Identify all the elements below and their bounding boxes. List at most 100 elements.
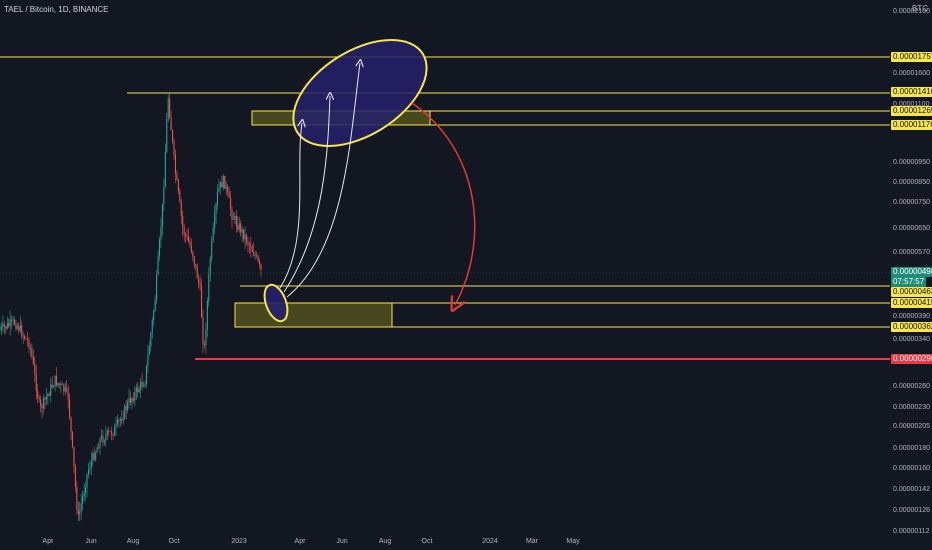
candle-body (51, 384, 53, 388)
candle-body (71, 431, 74, 447)
candle-body (109, 431, 111, 433)
candle-body (61, 383, 63, 385)
candle-body (18, 326, 20, 331)
candle-body (76, 486, 78, 511)
price-level-label: 0.00001410 (891, 87, 932, 97)
y-tick-label: 0.00000570 (893, 249, 930, 256)
price-chart[interactable]: 0.000021000.000016000.000011000.00000950… (0, 0, 932, 550)
candle-body (189, 241, 191, 246)
candle-body (243, 229, 245, 240)
candle-body (173, 140, 175, 155)
x-tick-label: Oct (169, 538, 180, 545)
candle-body (70, 417, 72, 432)
y-tick-label: 0.00000850 (893, 179, 930, 186)
y-tick-label: 0.00000205 (893, 423, 930, 430)
price-level-label: 0.00000415 (891, 298, 932, 308)
candle-body (86, 474, 88, 488)
candle-body (199, 283, 201, 287)
candle-body (83, 492, 85, 496)
candle-body (216, 191, 219, 205)
candle-body (111, 431, 113, 435)
y-tick-label: 0.00000126 (893, 507, 930, 514)
candle-body (66, 387, 68, 389)
candle-body (93, 453, 95, 460)
x-tick-label: 2023 (231, 538, 247, 545)
y-tick-label: 0.00000390 (893, 313, 930, 320)
candle-body (58, 383, 60, 386)
candle-body (143, 385, 145, 387)
candle-body (203, 343, 205, 345)
candle-body (161, 203, 163, 228)
candle-body (244, 234, 246, 240)
x-tick-label: 2024 (482, 538, 498, 545)
candle-body (169, 98, 171, 118)
candle-body (60, 383, 62, 386)
candle-body (250, 245, 252, 251)
candle-body (222, 175, 224, 188)
candle-body (16, 326, 18, 329)
candle-body (128, 398, 130, 403)
candle-body (45, 396, 47, 400)
candle-body (63, 384, 65, 392)
candle-body (2, 323, 4, 327)
candle-body (137, 387, 139, 393)
candle-body (148, 346, 150, 356)
candle-body (74, 467, 76, 487)
candle-body (251, 250, 253, 253)
candle-body (37, 390, 39, 398)
candle-body (48, 393, 50, 396)
candle-body (6, 323, 8, 329)
candle-body (35, 373, 37, 391)
candle-body (116, 420, 118, 424)
candle-body (145, 365, 147, 385)
candle-body (77, 510, 79, 515)
candle-body (8, 323, 10, 327)
candle-body (54, 375, 56, 387)
candles (0, 92, 262, 522)
candle-body (227, 186, 229, 192)
candle-body (241, 229, 243, 233)
support-zone[interactable] (234, 302, 393, 328)
x-tick-label: Apr (43, 538, 55, 545)
candle-body (114, 427, 116, 436)
candle-body (206, 301, 208, 330)
reversal-arrow[interactable] (411, 102, 476, 305)
candle-body (157, 256, 159, 275)
candle-body (0, 326, 3, 330)
price-level-label: 0.00001176 (891, 120, 932, 130)
price-level-label: 0.00000362 (891, 322, 932, 332)
x-tick-label: May (566, 538, 580, 545)
candle-body (57, 383, 59, 386)
candle-body (225, 186, 227, 189)
candle-body (3, 323, 5, 327)
candle-body (237, 225, 239, 230)
candle-body (193, 256, 195, 265)
candle-body (134, 391, 136, 401)
candle-body (187, 236, 190, 242)
candle-body (154, 299, 156, 312)
candle-body (192, 251, 194, 257)
candle-body (248, 244, 250, 246)
candle-body (177, 179, 179, 192)
candle-body (25, 338, 27, 340)
candle-body (32, 356, 34, 364)
candle-body (144, 384, 146, 386)
candle-body (56, 375, 58, 386)
candle-body (218, 187, 220, 192)
candle-body (102, 436, 104, 443)
candle-body (95, 452, 97, 460)
candle-body (105, 435, 107, 441)
y-tick-label: 0.00000750 (893, 199, 930, 206)
price-level-label: 0.00000463 (891, 287, 932, 297)
candle-body (240, 223, 242, 233)
candle-body (212, 228, 214, 241)
candle-body (112, 434, 114, 436)
y-tick-label: 0.00000650 (893, 225, 930, 232)
candle-body (247, 242, 249, 245)
candle-body (28, 340, 30, 349)
currency-label: BTC (912, 4, 928, 13)
candle-body (41, 405, 43, 409)
candle-body (12, 319, 14, 321)
projection-arrow-1[interactable] (279, 123, 302, 289)
candle-body (257, 255, 259, 262)
